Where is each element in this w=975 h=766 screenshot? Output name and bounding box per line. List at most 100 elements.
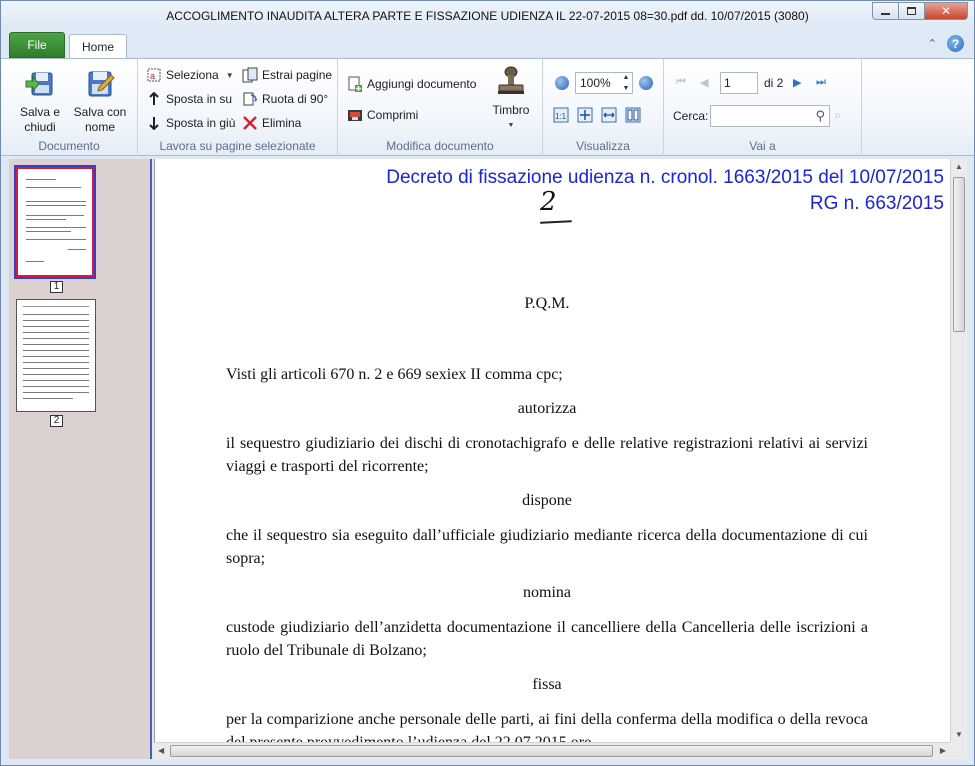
ribbon-collapse-icon[interactable]: ⌃ [928,37,937,50]
actual-size-button[interactable]: 1:1 [553,107,569,123]
fit-page-button[interactable] [577,107,593,123]
group-lavora: a Seleziona ▼ Sposta in su Sposta in giù… [138,59,338,156]
next-page-icon[interactable]: ▶ [793,76,801,89]
timbro-dropdown-icon: ▼ [507,122,515,129]
last-page-icon[interactable]: ⏭ [816,76,826,89]
sposta-su-button[interactable]: Sposta in su [146,91,232,107]
timbro-button[interactable]: Timbro ▼ [486,65,536,133]
maximize-icon [907,7,916,15]
close-icon: ✕ [940,4,952,18]
actual-size-icon: 1:1 [553,107,569,123]
search-options-icon[interactable]: ⌕ [834,107,841,123]
help-icon[interactable]: ? [947,35,964,52]
close-button[interactable]: ✕ [924,2,968,20]
compress-icon [347,107,363,123]
ribbon: Salva e chiudi Salva con nome Documento … [1,58,974,156]
sposta-su-label: Sposta in su [166,92,233,106]
group-label-documento: Documento [38,139,100,153]
save-close-icon [25,72,53,96]
search-input[interactable]: ⚲ [710,105,830,127]
group-label-vai-a: Vai a [749,139,776,153]
comprimi-button[interactable]: Comprimi [347,107,418,123]
search-icon[interactable]: ⚲ [815,108,825,124]
estrai-pagine-label: Estrai pagine [262,68,333,82]
heading-autorizza: autorizza [517,400,577,417]
aggiungi-documento-button[interactable]: Aggiungi documento [347,76,476,92]
sposta-giu-button[interactable]: Sposta in giù [146,115,235,131]
document-view[interactable]: Decreto di fissazione udienza n. cronol.… [154,159,950,742]
heading-dispone: dispone [522,492,572,509]
salva-nome-line1: Salva con [73,105,127,119]
prev-page-icon[interactable]: ◀ [700,76,708,89]
timbro-label: Timbro [492,103,530,117]
save-as-icon [88,71,115,97]
salva-nome-line2: nome [84,120,116,134]
estrai-pagine-button[interactable]: Estrai pagine [242,67,332,83]
heading-fissa: fissa [532,676,562,693]
group-documento: Salva e chiudi Salva con nome Documento [1,59,138,156]
vertical-scroll-thumb[interactable] [953,177,965,332]
scroll-up-icon[interactable]: ▲ [955,162,963,171]
window-controls: ✕ [872,2,968,20]
move-down-icon [146,115,162,131]
comprimi-label: Comprimi [367,108,419,122]
salva-chiudi-button[interactable]: Salva e chiudi [11,67,69,135]
scroll-right-icon[interactable]: ▶ [940,746,946,755]
two-pages-icon [625,107,641,123]
salva-nome-button[interactable]: Salva con nome [71,67,129,135]
seleziona-label: Seleziona [166,68,219,82]
elimina-label: Elimina [262,116,302,130]
two-pages-button[interactable] [625,107,641,123]
thumbnail-page-1[interactable] [14,165,96,279]
zoom-out-icon[interactable] [555,76,569,90]
thumbnail-2-number: 2 [50,415,63,427]
zoom-in-icon[interactable] [639,76,653,90]
stamp-line-1: Decreto di fissazione udienza n. cronol.… [386,167,944,188]
scrollbar-corner [950,742,967,759]
paragraph-visti: Visti gli articoli 670 n. 2 e 669 sexiex… [226,366,563,383]
spin-up-icon[interactable]: ▲ [623,74,630,81]
zoom-value: 100% [580,76,611,90]
svg-text:a: a [150,71,155,81]
horizontal-scrollbar[interactable]: ◀ ▶ [154,742,950,759]
paragraph-sequestro: il sequestro giudiziario dei dischi di c… [226,435,868,475]
thumbnail-1-number: 1 [50,281,63,293]
elimina-button[interactable]: Elimina [242,115,301,131]
ruota-label: Ruota di 90° [262,92,329,106]
minimize-button[interactable] [872,2,898,20]
sposta-giu-label: Sposta in giù [166,116,236,130]
salva-chiudi-line1: Salva e [19,105,61,119]
tab-file[interactable]: File [9,32,65,58]
title-bar: ACCOGLIMENTO INAUDITA ALTERA PARTE E FIS… [1,1,974,31]
move-up-icon [146,91,162,107]
salva-chiudi-line2: chiudi [24,120,56,134]
add-document-icon [347,76,363,92]
delete-icon [242,115,258,131]
page-count: di 2 [764,76,784,90]
handwritten-page-number: 2 [540,187,557,217]
ribbon-tabs: File Home ⌃ ? [1,31,974,59]
ruota-button[interactable]: Ruota di 90° [242,91,328,107]
page-number-input[interactable]: 1 [720,72,758,94]
group-label-modifica: Modifica documento [386,139,494,153]
tab-home[interactable]: Home [69,34,127,59]
paragraph-fissa: per la comparizione anche personale dell… [226,711,868,742]
seleziona-button[interactable]: a Seleziona ▼ [146,67,234,83]
select-icon: a [146,67,162,83]
maximize-button[interactable] [898,2,924,20]
fit-width-button[interactable] [601,107,617,123]
zoom-spinner[interactable]: ▲ ▼ [621,74,631,92]
vertical-scrollbar[interactable]: ▲ ▼ [950,159,967,742]
thumbnail-page-2[interactable] [16,299,96,412]
horizontal-scroll-thumb[interactable] [170,745,933,757]
first-page-icon[interactable]: ⏮ [676,76,686,89]
scroll-left-icon[interactable]: ◀ [158,746,164,755]
rotate-icon [242,91,258,107]
group-label-visualizza: Visualizza [576,139,630,153]
heading-pqm: P.Q.M. [524,295,570,312]
stamp-icon [498,66,524,94]
zoom-input[interactable]: 100% ▲ ▼ [575,72,633,94]
scroll-down-icon[interactable]: ▼ [955,730,963,739]
handwritten-underline [539,220,573,224]
spin-down-icon[interactable]: ▼ [623,85,630,92]
